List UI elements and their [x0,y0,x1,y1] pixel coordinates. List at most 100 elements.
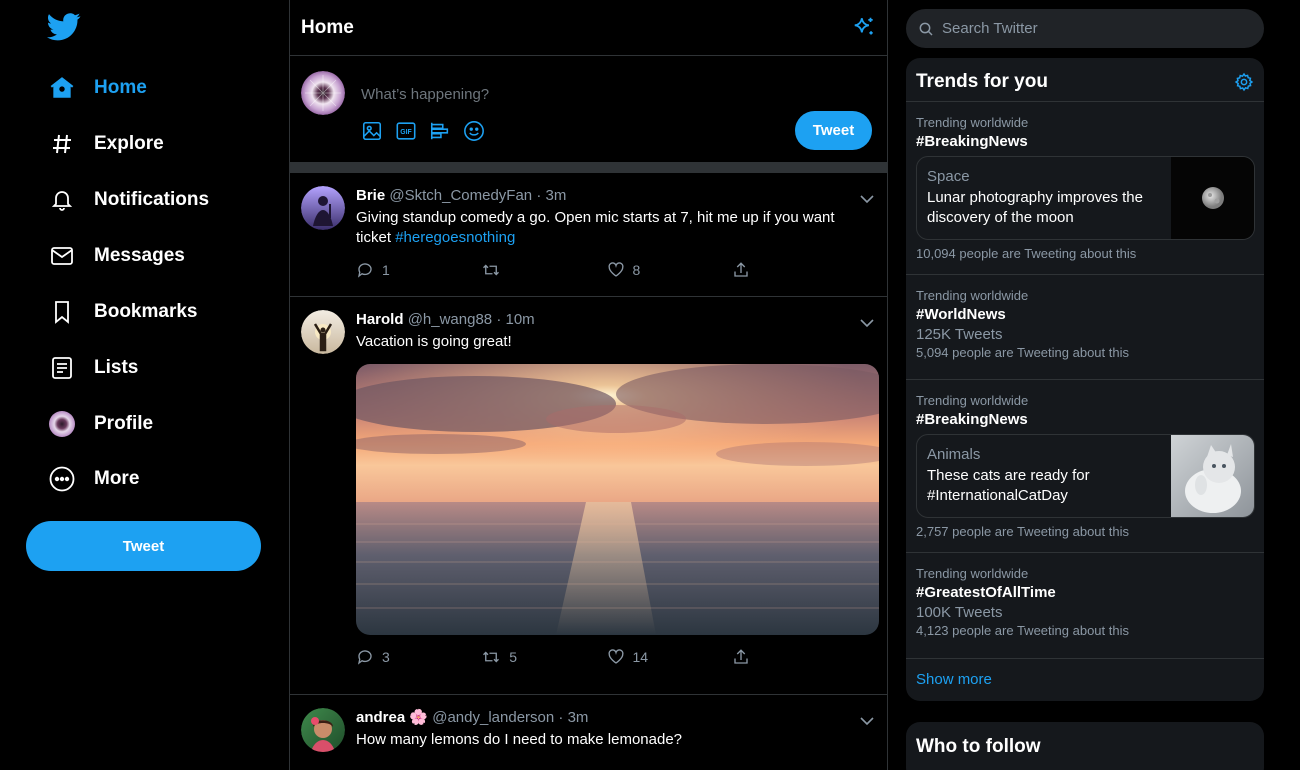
trend-item[interactable]: Trending worldwide #WorldNews 125K Tweet… [906,274,1264,380]
profile-avatar [48,410,76,438]
hashtag-icon [48,130,76,158]
timeline: Home What’s happening? GIF Tweet Brie @S… [289,0,888,770]
nav-item-label: Notifications [94,189,210,210]
trend-context: Trending worldwide [916,288,1029,303]
nav-item-label: More [94,468,140,489]
retweet-button[interactable]: 5 [481,647,606,667]
trend-hashtag[interactable]: #BreakingNews [916,133,1254,150]
trend-tweet-count: 125K Tweets [916,326,1003,343]
nav-item-more[interactable]: More [48,463,139,495]
home-icon [48,74,76,102]
left-navigation: Home Explore Notifications Messages Book… [0,0,289,770]
gif-label: GIF [400,129,411,136]
share-button[interactable] [732,260,857,280]
tweet-actions: 3 5 14 [356,647,857,667]
reply-button[interactable]: 3 [356,647,481,667]
reply-icon [357,650,372,665]
emoji-icon[interactable] [463,120,485,142]
timeline-header: Home [290,0,887,56]
tweet-photo-sunset[interactable] [356,364,879,635]
hashtag-link[interactable]: #heregoesnothing [395,229,515,246]
tweet-author-handle[interactable]: @andy_landerson [432,709,554,726]
trend-context: Trending worldwide [916,566,1029,581]
gif-icon[interactable]: GIF [395,120,417,142]
tweet-author-handle[interactable]: @Sktch_ComedyFan [389,187,532,204]
trend-item[interactable]: Trending worldwide #BreakingNews Space L… [906,101,1264,275]
tweet-time[interactable]: 3m [546,187,567,204]
more-circle-icon [48,465,76,493]
search-input[interactable] [942,20,1242,37]
nav-item-messages[interactable]: Messages [48,240,185,272]
trend-people-count: 10,094 people are Tweeting about this [916,246,1137,261]
cat-thumbnail [1171,435,1254,517]
tweet-author-name[interactable]: andrea [356,709,405,726]
tweet-header: Harold @h_wang88 · 10m [356,311,535,328]
right-sidebar: Trends for you Trending worldwide #Break… [906,0,1264,770]
moon-thumbnail [1171,157,1254,239]
bookmark-icon [48,298,76,326]
card-headline: Lunar photography improves the discovery… [927,189,1143,226]
tweet-author-name[interactable]: Brie [356,187,385,204]
trend-item[interactable]: Trending worldwide #GreatestOfAllTime 10… [906,552,1264,658]
compose-tweet-button[interactable]: Tweet [795,111,872,150]
nav-item-profile[interactable]: Profile [48,408,153,440]
avatar [301,71,345,115]
trend-news-card[interactable]: Space Lunar photography improves the dis… [916,156,1255,240]
tweet[interactable]: andrea 🌸 @andy_landerson · 3m How many l… [290,695,887,770]
gear-icon[interactable] [1234,72,1254,92]
trend-people-count: 2,757 people are Tweeting about this [916,524,1129,539]
tweet-time[interactable]: 3m [568,709,589,726]
tweet-header: andrea 🌸 @andy_landerson · 3m [356,709,589,726]
nav-item-label: Messages [94,245,185,266]
trend-hashtag[interactable]: #GreatestOfAllTime [916,584,1254,601]
flower-emoji: 🌸 [409,709,429,726]
tweet[interactable]: Brie @Sktch_ComedyFan · 3m Giving standu… [290,173,887,297]
chevron-down-icon[interactable] [859,315,875,331]
tweet-time[interactable]: 10m [506,311,535,328]
nav-item-home[interactable]: Home [48,72,147,104]
nav-item-lists[interactable]: Lists [48,352,138,384]
sparkle-icon[interactable] [851,15,877,41]
nav-item-label: Lists [94,357,139,378]
search-icon [918,21,934,37]
retweet-icon [483,264,500,276]
trend-hashtag[interactable]: #WorldNews [916,306,1254,323]
search-bar[interactable] [906,9,1264,48]
avatar[interactable] [301,186,345,230]
chevron-down-icon[interactable] [859,191,875,207]
trend-tweet-count: 100K Tweets [916,604,1003,621]
compose-input[interactable]: What’s happening? [361,86,489,103]
nav-item-bookmarks[interactable]: Bookmarks [48,296,198,328]
avatar[interactable] [301,708,345,752]
like-button[interactable]: 14 [607,647,732,667]
chevron-down-icon[interactable] [859,713,875,729]
trends-title: Trends for you [916,71,1048,92]
trend-item[interactable]: Trending worldwide #BreakingNews Animals… [906,379,1264,553]
reply-button[interactable]: 1 [356,260,481,280]
show-more-link[interactable]: Show more [916,671,992,688]
like-button[interactable]: 8 [607,260,732,280]
list-icon [48,354,76,382]
twitter-logo-icon[interactable] [47,12,81,42]
share-button[interactable] [732,647,857,667]
trend-hashtag[interactable]: #BreakingNews [916,411,1254,428]
image-icon[interactable] [361,120,383,142]
trend-people-count: 5,094 people are Tweeting about this [916,345,1129,360]
trend-news-card[interactable]: Animals These cats are ready for #Intern… [916,434,1255,518]
tweet-author-handle[interactable]: @h_wang88 [408,311,492,328]
nav-item-explore[interactable]: Explore [48,128,164,160]
card-category: Animals [927,446,981,463]
bell-icon [48,186,76,214]
tweet[interactable]: Harold @h_wang88 · 10m Vacation is going… [290,297,887,695]
tweet-text: Vacation is going great! [356,333,512,350]
poll-icon[interactable] [429,120,451,142]
tweet-author-name[interactable]: Harold [356,311,404,328]
avatar[interactable] [301,310,345,354]
nav-item-label: Profile [94,413,154,434]
tweet-button[interactable]: Tweet [26,521,261,571]
trend-context: Trending worldwide [916,115,1029,130]
trend-context: Trending worldwide [916,393,1029,408]
compose-toolbar: GIF [361,120,485,142]
nav-item-notifications[interactable]: Notifications [48,184,209,216]
retweet-button[interactable] [481,260,606,280]
